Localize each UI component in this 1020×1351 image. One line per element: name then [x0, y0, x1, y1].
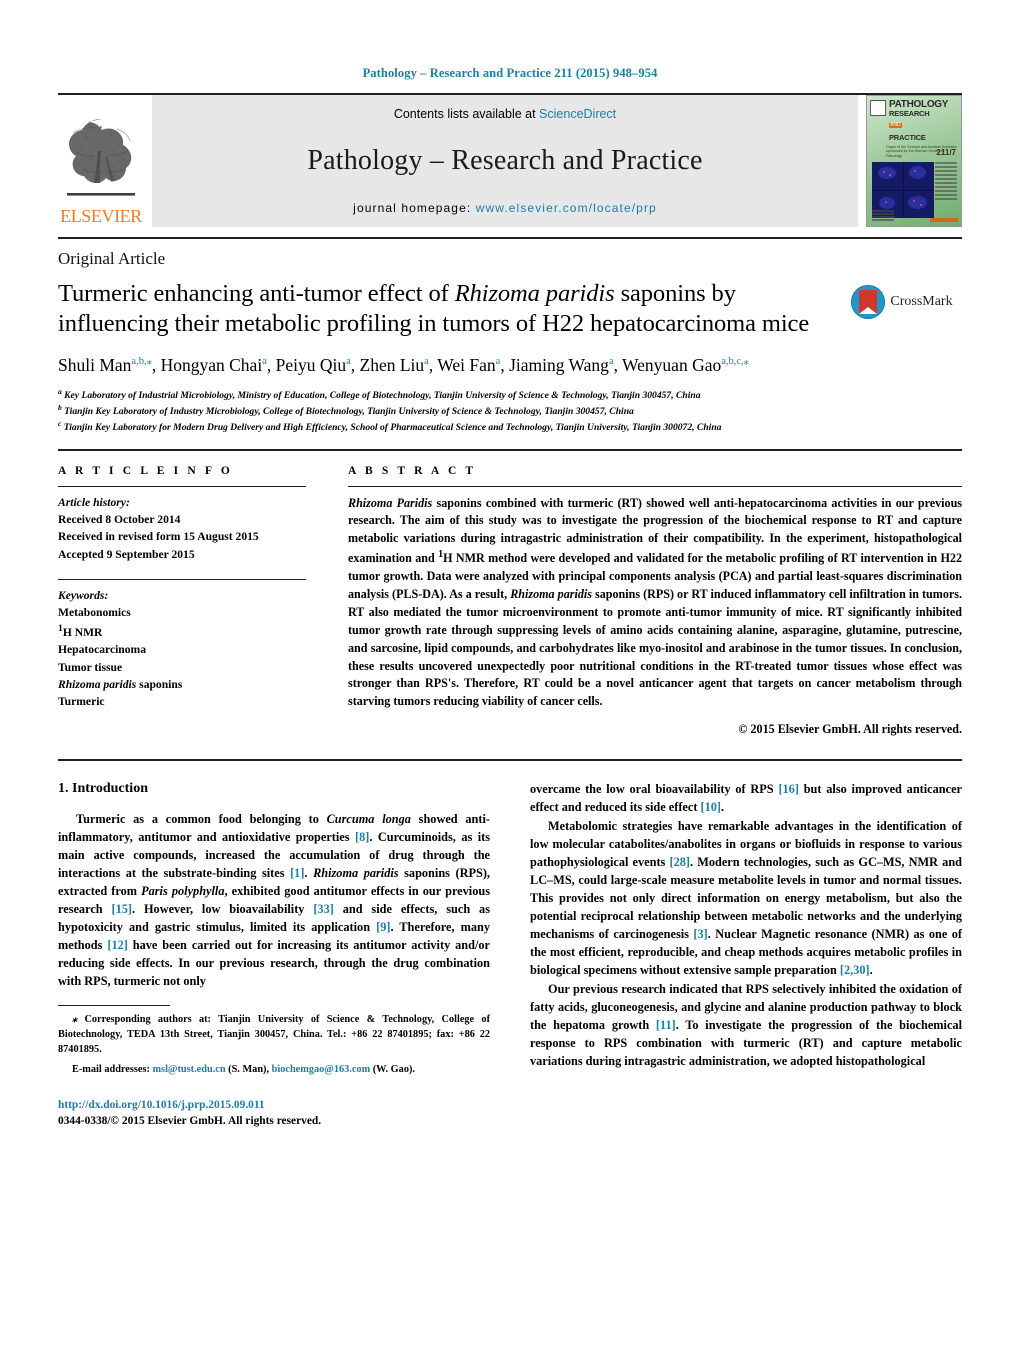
homepage-label: journal homepage:: [353, 201, 472, 215]
journal-cover-thumbnail: PATHOLOGY RESEARCH AND PRACTICE Organ of…: [866, 95, 962, 227]
homepage-url[interactable]: www.elsevier.com/locate/prp: [476, 201, 657, 215]
footnote-block: ⁎ Corresponding authors at: Tianjin Univ…: [58, 1004, 490, 1127]
journal-masthead: ELSEVIER Contents lists available at Sci…: [58, 93, 962, 227]
cover-volume: 211/7: [936, 148, 956, 157]
keywords-label: Keywords:: [58, 589, 109, 603]
doi-link[interactable]: http://dx.doi.org/10.1016/j.prp.2015.09.…: [58, 1099, 265, 1111]
corresponding-author-note: ⁎ Corresponding authors at: Tianjin Univ…: [58, 1013, 490, 1055]
elsevier-logo: ELSEVIER: [58, 95, 144, 227]
email-addresses-note: E-mail addresses: msl@tust.edu.cn (S. Ma…: [72, 1063, 415, 1075]
cover-and-badge: AND: [889, 122, 902, 129]
crossmark-icon: [851, 285, 886, 319]
keyword-item: Tumor tissue: [58, 660, 123, 674]
abstract-text: Rhizoma Paridis saponins combined with t…: [348, 495, 963, 709]
keywords-rule: [58, 579, 306, 581]
issn-copyright-line: 0344-0338/© 2015 Elsevier GmbH. All righ…: [58, 1115, 322, 1128]
article-category: Original Article: [58, 249, 166, 268]
article-history: Article history: Received 8 October 2014…: [58, 494, 306, 564]
running-head: Pathology – Research and Practice 211 (2…: [362, 66, 658, 80]
affiliation-item: a Key Laboratory of Industrial Microbiol…: [58, 387, 701, 402]
cover-elsevier-mark: [870, 100, 886, 116]
journal-title: Pathology – Research and Practice: [307, 145, 703, 176]
doi-block: http://dx.doi.org/10.1016/j.prp.2015.09.…: [58, 1095, 490, 1127]
info-rule: [58, 485, 306, 487]
footnote-rule: [58, 1004, 170, 1006]
author-list: Shuli Mana,b,⁎, Hongyan Chaia, Peiyu Qiu…: [58, 354, 749, 375]
keyword-item: Hepatocarcinoma: [58, 643, 147, 657]
cover-side-text-lines: [935, 162, 957, 202]
keyword-item: Turmeric: [58, 695, 105, 709]
keyword-item: Metabonomics: [58, 606, 131, 620]
article-history-label: Article history:: [58, 495, 130, 509]
journal-band: Contents lists available at ScienceDirec…: [152, 95, 858, 227]
abstract-rule: [348, 485, 962, 487]
affiliation-item: b Tianjin Key Laboratory of Industry Mic…: [58, 402, 634, 418]
divider-above-category: [58, 237, 962, 239]
sciencedirect-link[interactable]: ScienceDirect: [539, 107, 616, 121]
elsevier-wordmark: ELSEVIER: [60, 206, 142, 226]
affiliation-item: c Tianjin Key Laboratory for Modern Drug…: [58, 418, 722, 433]
keyword-list: Keywords: Metabonomics 1H NMR Hepatocarc…: [58, 587, 306, 711]
contents-available-line: Contents lists available at ScienceDirec…: [394, 107, 616, 121]
body-paragraph: Our previous research indicated that RPS…: [530, 981, 962, 1068]
abstract-copyright: © 2015 Elsevier GmbH. All rights reserve…: [738, 722, 962, 737]
journal-homepage-line: journal homepage: www.elsevier.com/locat…: [353, 201, 657, 215]
cover-title-line3: PRACTICE: [889, 133, 926, 143]
contents-prefix: Contents lists available at: [393, 107, 540, 121]
article-info-heading: A R T I C L E I N F O: [58, 464, 233, 477]
crossmark-badge[interactable]: CrossMark: [842, 279, 962, 319]
divider-above-info: [58, 448, 962, 451]
history-accepted: Accepted 9 September 2015: [58, 547, 195, 561]
body-column-right: overcame the low oral bioavailability of…: [530, 781, 962, 1127]
body-paragraph: Metabolomic strategies have remarkable a…: [530, 819, 963, 977]
body-column-left: 1. Introduction Turmeric as a common foo…: [58, 781, 490, 1127]
paper-page: Pathology – Research and Practice 211 (2…: [0, 0, 1020, 1351]
keyword-item: 1H NMR: [58, 622, 103, 639]
history-revised: Received in revised form 15 August 2015: [58, 530, 259, 544]
section-heading-introduction: 1. Introduction: [58, 781, 148, 797]
article-head: Original Article Turmeric enhancing anti…: [58, 237, 962, 1127]
elsevier-tree-icon: [61, 111, 141, 207]
divider-above-body: [58, 759, 962, 762]
body-paragraph: Turmeric as a common food belonging to C…: [58, 812, 490, 988]
keyword-item: Rhizoma paridis saponins: [58, 677, 183, 691]
cover-footer: [872, 210, 958, 222]
cover-title-line2: RESEARCH: [889, 109, 930, 119]
affiliation-list: a Key Laboratory of Industrial Microbiol…: [58, 387, 962, 434]
history-received: Received 8 October 2014: [58, 512, 181, 526]
article-info-column: A R T I C L E I N F O Article history: R…: [58, 465, 306, 738]
abstract-column: A B S T R A C T Rhizoma Paridis saponins…: [348, 465, 962, 738]
crossmark-label: CrossMark: [890, 294, 953, 309]
body-paragraph: overcame the low oral bioavailability of…: [530, 782, 962, 815]
page-title: Turmeric enhancing anti-tumor effect of …: [58, 280, 810, 337]
abstract-heading: A B S T R A C T: [348, 464, 477, 477]
